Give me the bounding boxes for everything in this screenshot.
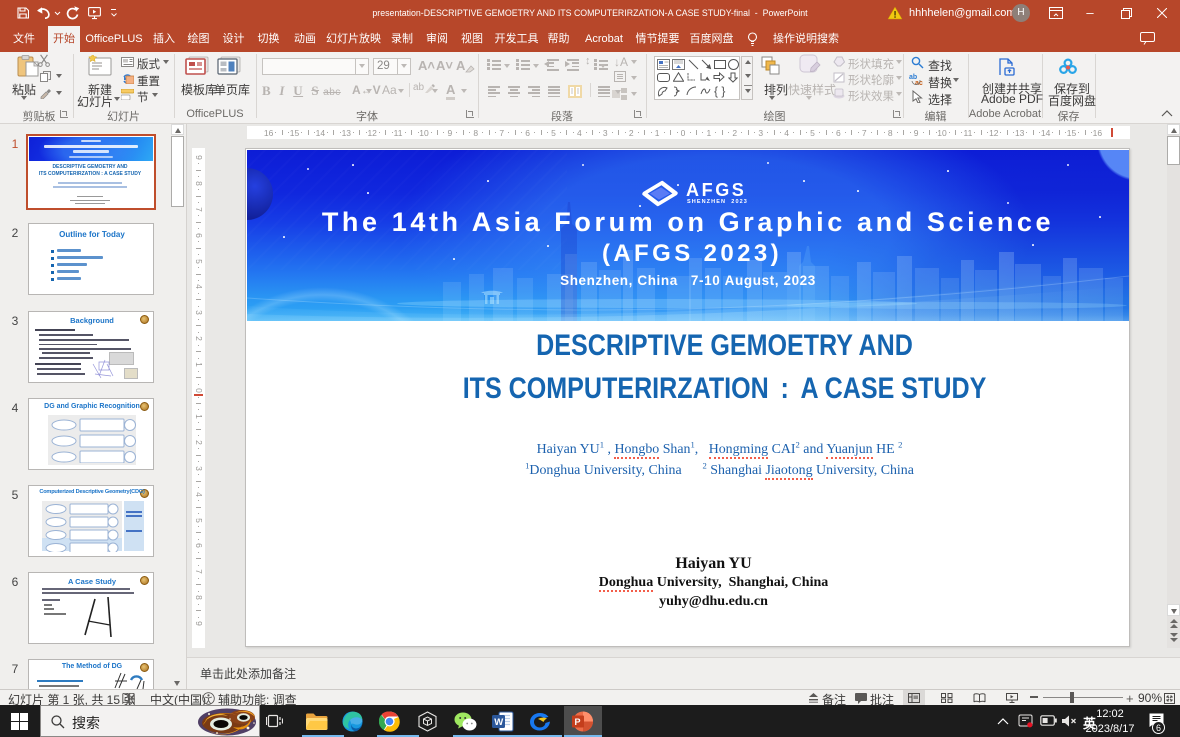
svg-text:P: P xyxy=(575,717,581,727)
svg-text:W: W xyxy=(494,717,503,728)
